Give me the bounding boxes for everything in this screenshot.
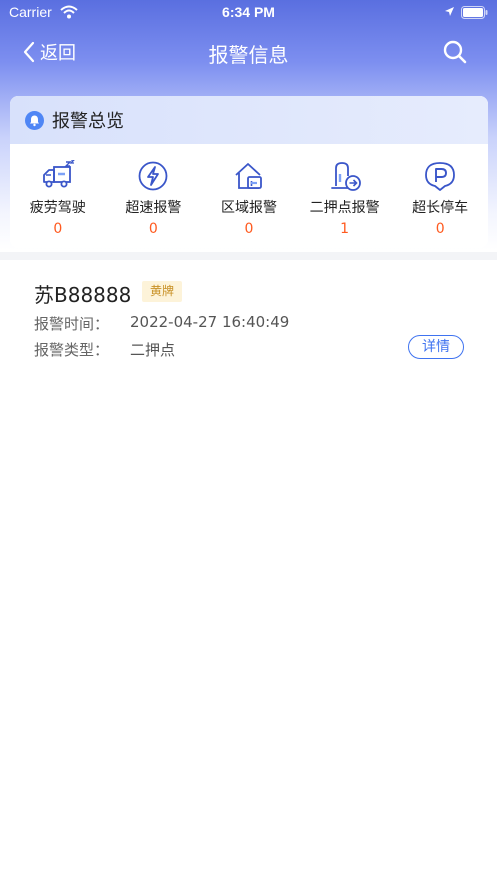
stat-label: 超长停车	[412, 200, 469, 216]
alarm-type-label: 报警类型：	[34, 341, 110, 359]
clock-time: 6:34 PM	[222, 4, 275, 20]
alarm-time-value: 2022-04-27 16:40:49	[130, 313, 290, 331]
stat-count: 0	[148, 221, 158, 237]
stat-pledge-point[interactable]: 二押点报警 1	[297, 144, 393, 248]
stat-label: 区域报警	[220, 200, 277, 216]
stat-fatigue-driving[interactable]: 疲劳驾驶 0	[10, 144, 106, 248]
house-zone-icon	[235, 163, 262, 189]
alarm-time-label: 报警时间：	[34, 315, 110, 333]
stat-zone-alarm[interactable]: 区域报警 0	[201, 144, 297, 248]
plate-color-badge: 黄牌	[142, 281, 183, 302]
plate-number: 苏B88888	[34, 283, 132, 307]
alarm-type-value: 二押点	[130, 341, 176, 359]
parking-icon	[425, 162, 456, 191]
alarm-overview-card: 报警总览 疲劳驾驶 0 超速报警 0 区域报警 0 二押点报警 1 超长停车 0	[10, 96, 488, 248]
stat-count: 0	[53, 221, 63, 237]
pledge-point-icon	[330, 162, 361, 191]
bell-icon	[25, 110, 44, 130]
overview-header: 报警总览	[10, 96, 488, 144]
stat-label: 疲劳驾驶	[29, 200, 86, 216]
stat-overspeed[interactable]: 超速报警 0	[106, 144, 202, 248]
stat-long-parking[interactable]: 超长停车 0	[392, 144, 488, 248]
lightning-icon	[138, 161, 168, 191]
stat-count: 1	[340, 221, 350, 237]
fatigue-truck-icon	[42, 160, 75, 188]
alarm-record: 苏B88888 黄牌 报警时间： 2022-04-27 16:40:49 报警类…	[0, 262, 497, 372]
detail-button[interactable]: 详情	[408, 335, 464, 359]
battery-icon	[461, 6, 488, 19]
alarm-stats-row: 疲劳驾驶 0 超速报警 0 区域报警 0 二押点报警 1 超长停车 0	[10, 144, 488, 248]
status-bar: Carrier 6:34 PM	[0, 0, 497, 26]
stat-count: 0	[244, 221, 254, 237]
location-arrow-icon	[445, 7, 454, 16]
overview-title: 报警总览	[52, 111, 124, 132]
page-title: 报警信息	[208, 43, 289, 67]
stat-label: 二押点报警	[309, 200, 380, 216]
search-icon[interactable]	[442, 39, 468, 65]
section-divider	[0, 252, 497, 260]
stat-count: 0	[435, 221, 445, 237]
stat-label: 超速报警	[125, 200, 182, 216]
nav-bar: 返回 报警信息	[0, 30, 497, 74]
